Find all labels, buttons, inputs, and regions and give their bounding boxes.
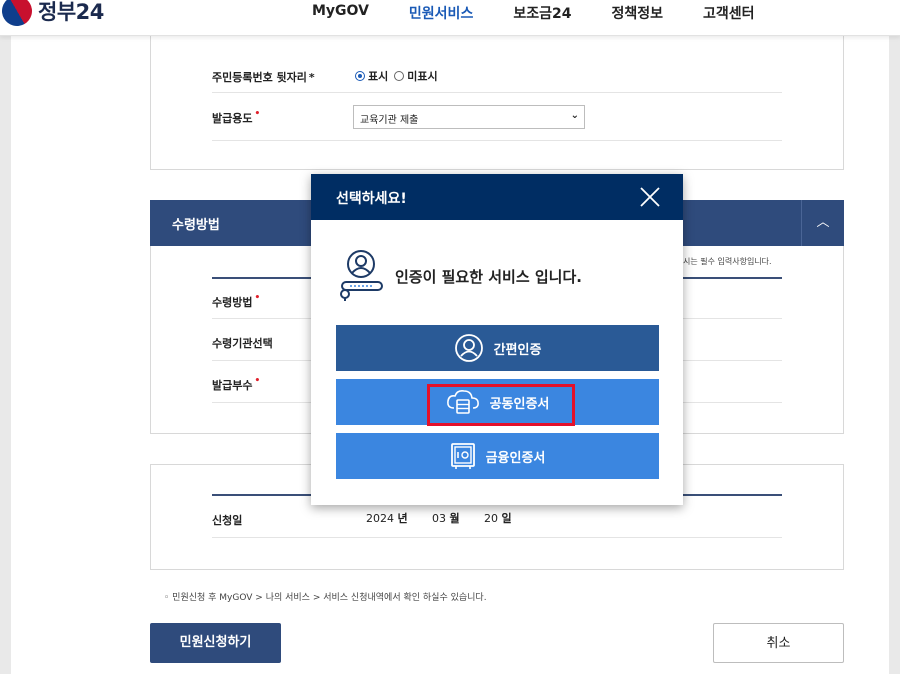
date-day: 20 일 [484,512,512,525]
receive-agency-label: 수령기관선택 [212,337,273,350]
modal-header: 선택하세요! [311,174,683,220]
chevron-up-icon[interactable]: ︿ [801,200,844,246]
simple-auth-button[interactable]: 간편인증 [336,325,659,371]
nav-civil-service[interactable]: 민원서비스 [409,3,473,23]
nav-policy[interactable]: 정책정보 [611,3,663,23]
purpose-label: 발급용도 • [212,109,261,125]
chevron-down-icon: ⌄ [570,110,579,121]
financial-certificate-button[interactable]: 금융인증서 [336,433,659,479]
form-card-issue-options [150,36,844,170]
apply-button[interactable]: 민원신청하기 [150,623,281,663]
application-date-label: 신청일 [212,514,243,527]
left-margin [0,0,11,674]
modal-description: 인증이 필요한 서비스 입니다. [395,268,582,286]
receive-method-label: 수령방법 • [212,293,261,309]
purpose-select-value: 교육기관 제출 [360,115,419,126]
divider [212,537,782,538]
purpose-select[interactable]: 교육기관 제출 ⌄ [353,105,585,129]
financial-certificate-label: 금융인증서 [485,450,546,466]
person-circle-icon [454,334,483,362]
user-auth-icon [340,250,383,301]
date-year: 2024 년 [366,512,408,525]
site-logo[interactable]: 정부24 [0,0,104,32]
simple-auth-label: 간편인증 [493,342,542,358]
ssn-show-label: 표시 [368,70,389,83]
footer-note: ◦ 민원신청 후 MyGOV > 나의 서비스 > 서비스 신청내역에서 확인 … [164,593,487,603]
date-month: 03 월 [432,512,460,525]
section-title: 수령방법 [172,218,220,233]
taegeuk-logo-icon [0,0,38,32]
required-note: 시는 필수 입력사항입니다. [683,257,772,266]
ssn-label: 주민등록번호 뒷자리 * [212,71,315,84]
close-icon[interactable] [639,186,661,208]
divider [212,140,782,141]
top-navigation-bar: 정부24 MyGOV 민원서비스 보조금24 정책정보 고객센터 [0,0,900,36]
logo-text: 정부24 [38,0,104,24]
nav-subsidy[interactable]: 보조금24 [513,3,571,23]
divider [212,92,782,93]
ssn-radio-group: 표시 미표시 [355,68,438,84]
copies-label: 발급부수 • [212,376,261,392]
nav-customer-center[interactable]: 고객센터 [703,3,755,23]
ssn-show-radio[interactable] [355,71,365,81]
highlight-box [427,384,575,426]
modal-title: 선택하세요! [336,191,407,207]
safe-icon [450,443,475,469]
auth-select-modal: 선택하세요! 인증이 필요한 서비스 입니다. 간편인증 공동인증서 금융인증서 [311,174,683,505]
global-nav: MyGOV 민원서비스 보조금24 정책정보 고객센터 [312,3,795,23]
ssn-hide-radio[interactable] [394,71,405,81]
ssn-hide-label: 미표시 [407,70,438,83]
right-margin [889,0,900,674]
cancel-button[interactable]: 취소 [713,623,844,663]
nav-mygov[interactable]: MyGOV [312,3,369,23]
